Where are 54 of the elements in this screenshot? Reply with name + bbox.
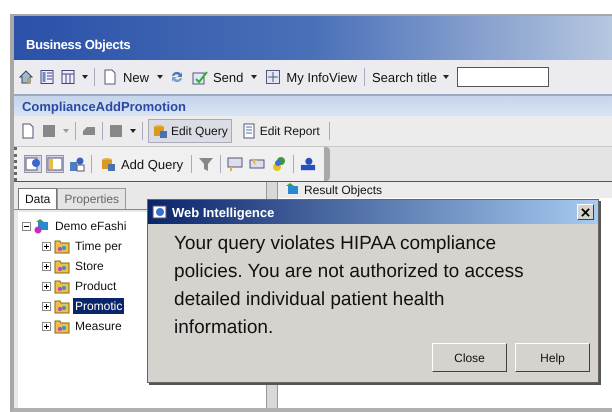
caret-icon[interactable] [250, 73, 258, 81]
expand-icon[interactable] [42, 302, 51, 310]
list-icon[interactable] [39, 69, 55, 85]
checkmark-icon [192, 69, 208, 85]
folder-icon [54, 258, 70, 274]
panel-tab[interactable]: Data [18, 188, 58, 209]
folder-icon [54, 238, 70, 254]
grid-icon [265, 69, 282, 85]
expand-icon[interactable] [42, 322, 51, 330]
dialog-button[interactable]: Close [432, 343, 507, 372]
search-scope-dropdown[interactable]: Search title [370, 70, 452, 84]
add-query-button[interactable]: Add Query [98, 156, 186, 172]
house-icon[interactable] [18, 69, 34, 85]
spheres-icon[interactable] [271, 156, 288, 172]
toolbar-mode-button[interactable]: Edit Report [236, 119, 324, 143]
toolbar-mode-button[interactable]: Edit Query [148, 119, 232, 143]
logo-text: Business Objects [26, 37, 130, 52]
infoview-button[interactable]: My InfoView [263, 69, 359, 85]
database-icon [100, 156, 116, 172]
panel-tab[interactable]: Properties [57, 188, 126, 209]
result-objects-title: Result Objects [304, 183, 382, 197]
folder-icon [54, 278, 70, 294]
dialog-message: Your query violates HIPAA compliance policies. You are not authorized to access detailed individual patient health information. [174, 232, 525, 340]
report-icon [240, 123, 257, 139]
caret-icon [442, 73, 450, 81]
panel-icon[interactable] [47, 156, 63, 172]
expand-icon[interactable] [42, 262, 51, 270]
form-icon[interactable] [227, 156, 244, 172]
collapse-icon[interactable] [22, 222, 31, 230]
folder-icon [54, 298, 70, 314]
document-icon[interactable] [20, 123, 36, 139]
search-field[interactable] [457, 67, 550, 87]
tree-node-label[interactable]: Measure [73, 318, 124, 334]
send-button[interactable]: Send [190, 69, 246, 85]
tree-node-label[interactable]: Promotic [73, 298, 124, 314]
expand-icon[interactable] [42, 242, 51, 250]
dialog-title: Web Intelligence [172, 204, 276, 220]
new-button[interactable]: New [100, 69, 152, 85]
filter-icon[interactable] [198, 156, 214, 172]
tree-node-label[interactable]: Product [73, 278, 118, 294]
expand-icon[interactable] [42, 282, 51, 290]
close-icon[interactable] [577, 204, 594, 220]
grid-icon[interactable] [60, 69, 76, 85]
document-title: ComplianceAddPromotion [22, 98, 186, 114]
caret-icon[interactable] [129, 127, 137, 135]
document-icon [102, 69, 118, 85]
dialog-button[interactable]: Help [515, 343, 590, 372]
database-icon [152, 123, 168, 139]
tree-node-label[interactable]: Store [73, 258, 106, 274]
tree-node-label[interactable]: Demo eFashi [53, 218, 128, 234]
caret-icon[interactable] [81, 73, 89, 81]
folder-icon [54, 318, 70, 334]
caret-icon[interactable] [156, 73, 164, 81]
tree-node-label[interactable]: Time per [73, 238, 124, 254]
